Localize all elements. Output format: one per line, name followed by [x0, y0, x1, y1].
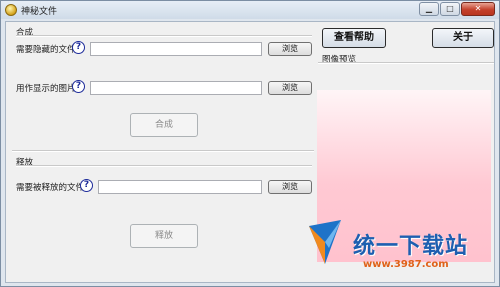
minimize-button[interactable]: ▁	[419, 2, 439, 16]
main-window: 神秘文件 ▁ □ ✕ 合成 需要隐藏的文件 ? 浏览 用作显示的图片 ? 浏览 …	[0, 0, 500, 287]
release-browse-button[interactable]: 浏览	[268, 180, 312, 194]
release-file-help-icon[interactable]: ?	[80, 179, 93, 192]
hide-file-help-icon[interactable]: ?	[72, 41, 85, 54]
hide-file-label: 需要隐藏的文件	[16, 45, 76, 55]
watermark-text: 统一下载站	[353, 234, 469, 259]
image-input[interactable]	[90, 81, 262, 95]
title-bar[interactable]: 神秘文件 ▁ □ ✕	[1, 1, 499, 19]
app-icon	[5, 4, 17, 16]
release-file-input[interactable]	[98, 180, 262, 194]
image-browse-button[interactable]: 浏览	[268, 81, 312, 95]
about-button[interactable]: 关于	[432, 28, 494, 48]
image-help-icon[interactable]: ?	[72, 80, 85, 93]
image-label: 用作显示的图片	[16, 84, 76, 94]
maximize-button[interactable]: □	[440, 2, 460, 16]
release-file-label: 需要被释放的文件	[16, 183, 85, 193]
close-button[interactable]: ✕	[461, 2, 495, 16]
preview-separator	[318, 62, 494, 64]
hide-file-browse-button[interactable]: 浏览	[268, 42, 312, 56]
section-separator	[12, 150, 314, 152]
combine-separator	[16, 35, 312, 37]
watermark-url: www.3987.com	[363, 259, 449, 270]
release-separator	[16, 165, 312, 167]
combine-button[interactable]: 合成	[130, 113, 198, 137]
watermark-logo-icon	[309, 220, 341, 264]
hide-file-input[interactable]	[90, 42, 262, 56]
window-title: 神秘文件	[21, 7, 58, 17]
release-button[interactable]: 释放	[130, 224, 198, 248]
window-controls: ▁ □ ✕	[418, 2, 495, 16]
view-help-button[interactable]: 查看帮助	[322, 28, 386, 48]
